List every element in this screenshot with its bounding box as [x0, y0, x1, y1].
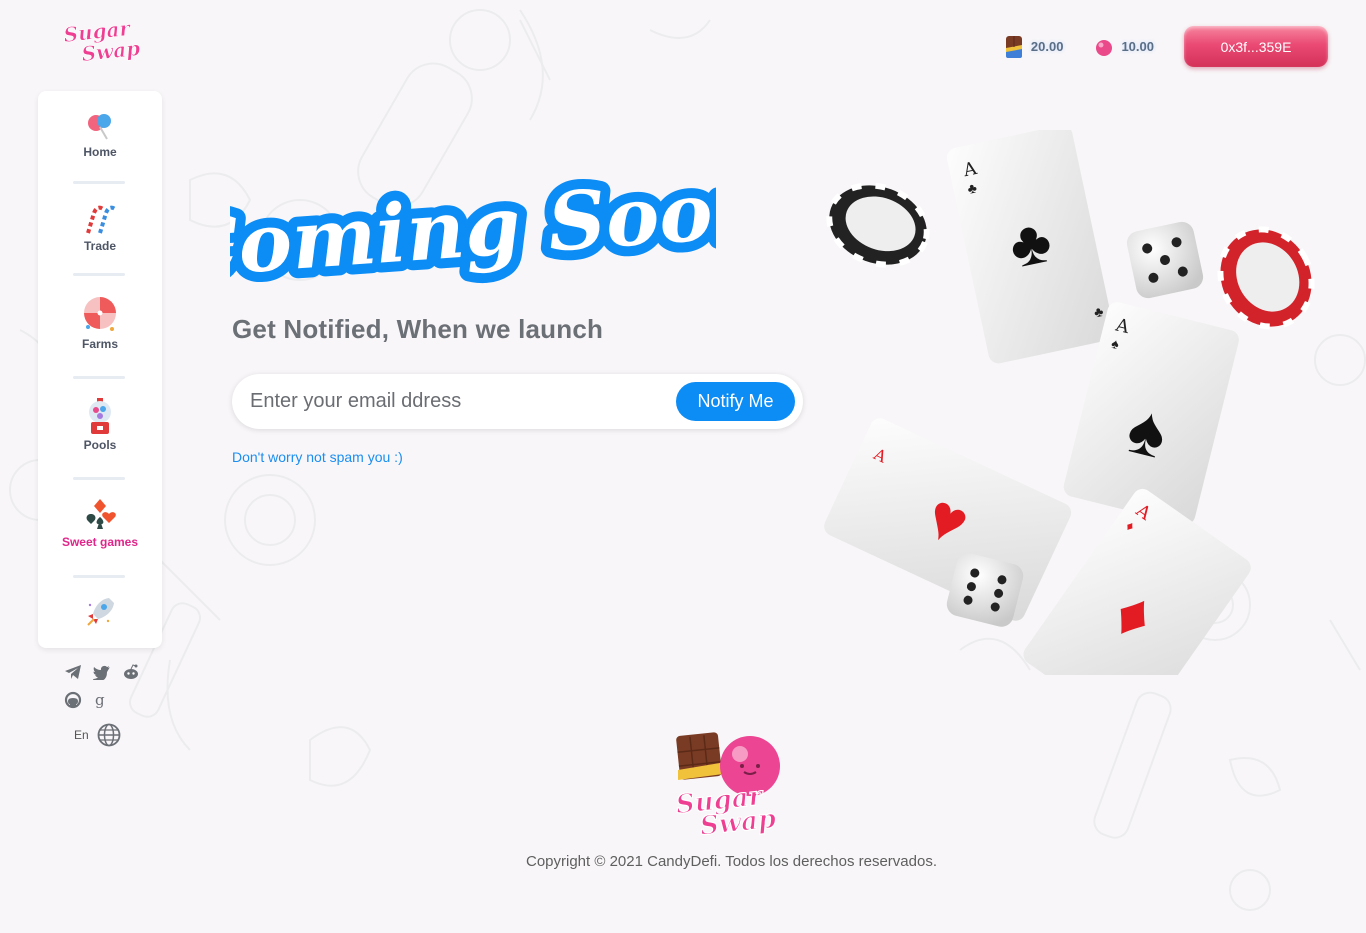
- sidebar-item-label: Sweet games: [61, 535, 139, 549]
- candy-cane-icon: [86, 205, 117, 234]
- svg-text:g: g: [95, 691, 105, 709]
- top-bar: 20.00 10.00 0x3f...359E: [1003, 26, 1328, 67]
- twitter-icon[interactable]: [93, 664, 111, 680]
- chocolate-balance: 20.00: [1003, 35, 1064, 59]
- sidebar-item-farms[interactable]: Farms: [38, 295, 162, 351]
- reddit-icon[interactable]: [122, 664, 140, 680]
- language-selector[interactable]: En: [74, 723, 121, 747]
- red-poker-chip: [1217, 226, 1315, 330]
- sidebar-item-label: Trade: [83, 239, 116, 253]
- candy-icon: [1096, 39, 1113, 56]
- gitbook-icon[interactable]: g: [93, 691, 107, 709]
- language-code: En: [74, 728, 89, 742]
- notify-form: Notify Me: [232, 374, 803, 429]
- sidebar-divider: [73, 477, 125, 480]
- pinwheel-icon: [84, 297, 116, 331]
- black-poker-chip: [826, 182, 930, 268]
- card-suits-icon: [86, 499, 116, 529]
- sidebar-item-trade[interactable]: Trade: [38, 201, 162, 253]
- gumball-machine-icon: [89, 398, 111, 434]
- sidebar-item-label: Home: [83, 145, 117, 159]
- sidebar-divider: [73, 575, 125, 578]
- candy-balance: 10.00: [1093, 36, 1154, 58]
- chocolate-icon: [1005, 35, 1022, 58]
- candy-balance-value: 10.00: [1121, 39, 1154, 54]
- github-icon[interactable]: [64, 691, 82, 709]
- sidebar-item-home[interactable]: Home: [38, 111, 162, 159]
- sidebar: Home Trade Farms Pools Sweet games: [38, 91, 162, 648]
- rocket-icon: [87, 598, 114, 626]
- ace-of-hearts-card: ♥ A A: [824, 418, 1072, 621]
- no-spam-note: Don't worry not spam you :): [232, 449, 403, 465]
- sidebar-item-label: Pools: [83, 438, 117, 452]
- casino-cards-illustration: A ♣ ♣ ♣ A ♠ ♠ ♥ A A A ♦ ♦ ♦: [824, 130, 1315, 675]
- sugarswap-logo[interactable]: Sugar Swap: [62, 16, 144, 66]
- sidebar-divider: [73, 181, 125, 184]
- coming-soon-title: Coming Soon Coming Soon: [230, 164, 716, 298]
- ace-of-clubs-card: A ♣ ♣ ♣: [946, 130, 1115, 364]
- sidebar-item-launch[interactable]: [38, 595, 162, 631]
- sidebar-item-label: Farms: [81, 337, 119, 351]
- sidebar-divider: [73, 273, 125, 276]
- footer-sugarswap-logo: Sugar Swap: [674, 732, 780, 836]
- svg-text:Swap: Swap: [80, 36, 141, 66]
- svg-text:Coming Soon: Coming Soon: [230, 164, 716, 296]
- white-dice-top: [1126, 221, 1204, 299]
- chocolate-balance-value: 20.00: [1030, 39, 1064, 54]
- notify-me-button[interactable]: Notify Me: [676, 382, 795, 421]
- lollipop-icon: [88, 114, 111, 140]
- hero-subtitle: Get Notified, When we launch: [232, 314, 604, 344]
- globe-icon: [97, 723, 121, 747]
- telegram-icon[interactable]: [64, 664, 82, 680]
- email-input[interactable]: [250, 383, 670, 420]
- wallet-address-button[interactable]: 0x3f...359E: [1184, 26, 1328, 67]
- footer-copyright: Copyright © 2021 CandyDefi. Todos los de…: [526, 853, 937, 870]
- social-links-row-1: [64, 664, 144, 680]
- sidebar-item-sweet-games[interactable]: Sweet games: [38, 497, 162, 549]
- sidebar-divider: [73, 376, 125, 379]
- social-links-row-2: g: [64, 691, 144, 709]
- sidebar-item-pools[interactable]: Pools: [38, 398, 162, 452]
